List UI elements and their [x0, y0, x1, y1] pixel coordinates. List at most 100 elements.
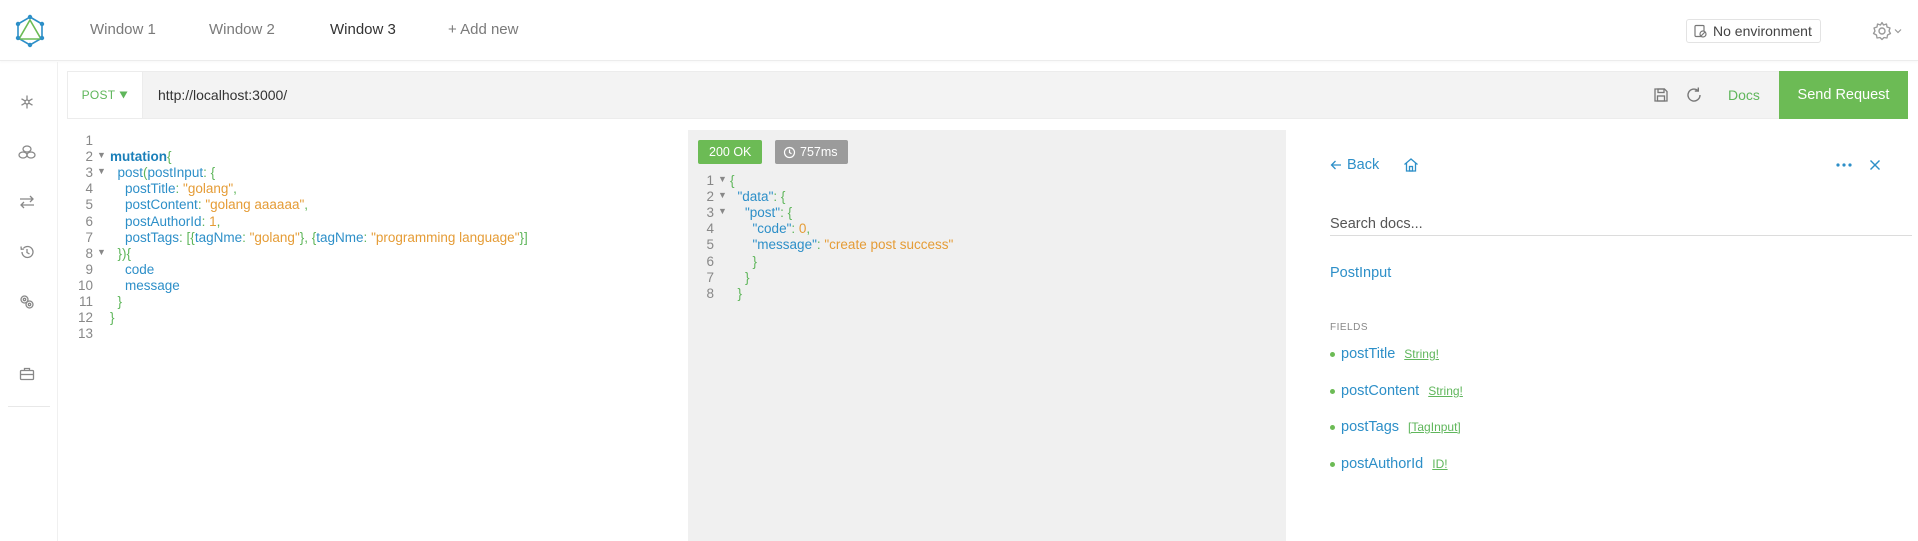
line-number: 5 — [85, 197, 93, 213]
line-number: 13 — [77, 326, 93, 342]
line-number: 8 — [85, 245, 93, 261]
gear-icon — [1872, 21, 1892, 41]
docs-field-row[interactable]: postTitle String! — [1330, 346, 1439, 362]
fold-toggle-icon[interactable]: ▼ — [718, 190, 727, 200]
line-number: 7 — [706, 269, 714, 285]
code-token: : — [201, 213, 210, 229]
tab-window-2[interactable]: Window 2 — [209, 21, 275, 38]
url-input[interactable]: http://localhost:3000/ — [158, 87, 287, 103]
code-token: : — [791, 221, 799, 237]
code-text: } — [110, 310, 115, 325]
fold-toggle-icon[interactable]: ▼ — [97, 166, 106, 176]
code-token: : — [175, 181, 184, 197]
field-name[interactable]: postTags — [1341, 419, 1399, 435]
docs-field-row[interactable]: postAuthorId ID! — [1330, 456, 1448, 472]
caret-down-icon — [119, 91, 128, 99]
field-name[interactable]: postTitle — [1341, 346, 1395, 362]
http-method-selector[interactable]: POST — [68, 72, 143, 118]
tab-window-3[interactable]: Window 3 — [330, 21, 396, 38]
code-token: : { — [773, 189, 786, 205]
fold-toggle-icon[interactable]: ▼ — [718, 174, 727, 184]
plugins-icon[interactable] — [17, 292, 37, 312]
line-number: 1 — [706, 173, 714, 188]
code-token: : [{ — [179, 229, 195, 245]
code-token: "programming language" — [371, 229, 520, 245]
field-name[interactable]: postAuthorId — [1341, 456, 1423, 472]
field-type-link[interactable]: ID! — [1432, 457, 1447, 471]
code-text: postContent: "golang aaaaaa", — [110, 197, 308, 212]
code-token: "golang" — [249, 229, 300, 245]
code-text: "code": 0, — [730, 221, 811, 237]
send-request-button[interactable]: Send Request — [1779, 71, 1908, 119]
docs-back-button[interactable]: Back — [1330, 157, 1379, 173]
sidebar-divider — [8, 406, 50, 407]
code-line: 13 — [67, 326, 667, 346]
query-editor[interactable]: 1 2 ▼ mutation{3 ▼ post(postInput: {4 postTi… — [67, 133, 667, 393]
response-time-badge: 757ms — [775, 140, 848, 164]
line-number: 7 — [85, 229, 93, 245]
settings-menu[interactable] — [1872, 18, 1904, 44]
code-text: mutation{ — [110, 149, 172, 164]
clock-icon — [783, 146, 796, 158]
code-text: } — [110, 294, 123, 309]
code-text: postTitle: "golang", — [110, 181, 237, 196]
graphql-logo-icon[interactable] — [13, 14, 47, 48]
pre-request-icon[interactable] — [17, 192, 37, 212]
fold-toggle-icon[interactable]: ▼ — [97, 150, 106, 160]
code-text: } — [730, 253, 758, 269]
environment-selector[interactable]: No environment — [1686, 19, 1821, 43]
code-text: } — [730, 285, 743, 301]
code-token: postInput — [147, 165, 204, 181]
code-token: "code" — [730, 221, 792, 237]
history-icon[interactable] — [17, 242, 37, 262]
field-bullet — [1330, 388, 1335, 394]
code-token: "data" — [730, 189, 774, 205]
app-header: Window 1 Window 2 Window 3 + Add new No … — [0, 0, 1918, 61]
code-token: }] — [519, 229, 528, 245]
fold-toggle-icon[interactable]: ▼ — [97, 247, 106, 257]
field-type-link[interactable]: String! — [1428, 384, 1463, 398]
code-token: , — [806, 221, 811, 237]
docs-field-row[interactable]: postTags [TagInput] — [1330, 419, 1461, 435]
docs-field-row[interactable]: postContent String! — [1330, 383, 1463, 399]
field-name[interactable]: postContent — [1341, 383, 1419, 399]
home-icon[interactable] — [1402, 156, 1420, 174]
docs-back-label: Back — [1347, 157, 1380, 173]
code-text: postTags: [{tagNme: "golang"}, {tagNme: … — [110, 230, 528, 245]
docs-toggle-button[interactable]: Docs — [1728, 87, 1760, 103]
schema-icon[interactable] — [17, 92, 37, 112]
code-token: } — [730, 253, 758, 269]
line-number: 9 — [85, 261, 93, 277]
briefcase-icon[interactable] — [17, 364, 37, 384]
result-pane: 200 OK 757ms 1 ▼{2 ▼ "data": {3 ▼ "post": {… — [688, 130, 1286, 541]
code-token: } — [730, 285, 743, 301]
docs-type-title[interactable]: PostInput — [1330, 265, 1391, 281]
line-number: 2 — [85, 149, 93, 165]
field-type-link[interactable]: [TagInput] — [1408, 420, 1461, 434]
code-token: : — [363, 229, 372, 245]
code-token: postContent — [110, 197, 198, 213]
docs-search-input[interactable] — [1330, 212, 1912, 236]
code-token: "create post success" — [824, 237, 954, 253]
code-token: "post" — [730, 205, 781, 221]
field-type-link[interactable]: String! — [1404, 347, 1439, 361]
fold-toggle-icon[interactable]: ▼ — [718, 206, 727, 216]
code-token: , — [216, 213, 221, 229]
line-number: 11 — [78, 294, 93, 309]
code-token: }){ — [110, 245, 132, 261]
field-bullet — [1330, 461, 1335, 467]
close-icon[interactable] — [1866, 156, 1884, 174]
more-options-icon[interactable] — [1834, 156, 1854, 174]
refresh-icon[interactable] — [1685, 86, 1703, 104]
result-viewer[interactable]: 1 ▼{2 ▼ "data": {3 ▼ "post": {4 "code": 0, 5… — [688, 173, 1286, 373]
save-icon[interactable] — [1652, 86, 1670, 104]
code-text: "post": { — [730, 205, 792, 220]
code-token: postTags — [110, 229, 180, 245]
code-token: 1 — [209, 213, 217, 229]
tab-window-1[interactable]: Window 1 — [90, 21, 156, 38]
add-new-tab-button[interactable]: + Add new — [448, 21, 518, 38]
collections-icon[interactable] — [17, 142, 37, 162]
code-token: "golang aaaaaa" — [205, 197, 305, 213]
code-text: "message": "create post success" — [730, 237, 954, 253]
arrow-left-icon — [1330, 160, 1341, 170]
